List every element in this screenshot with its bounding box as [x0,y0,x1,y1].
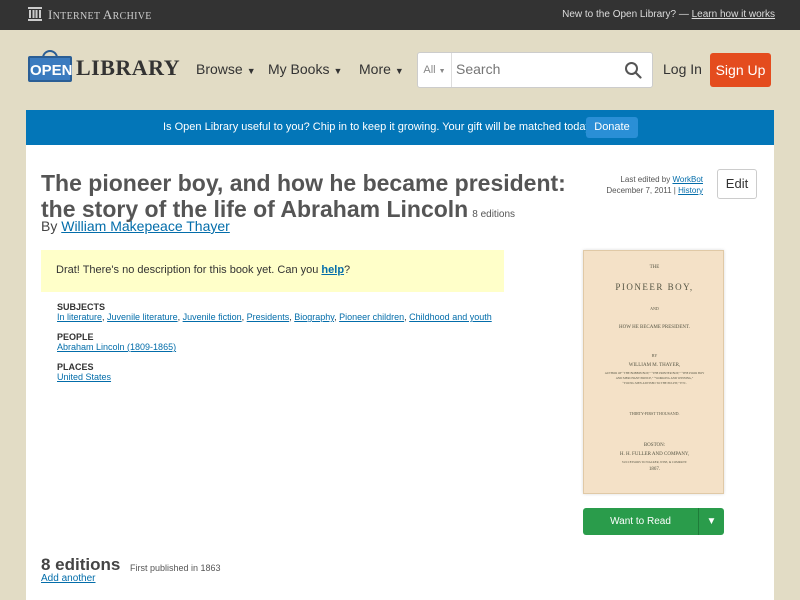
new-to-ol-text: New to the Open Library? — Learn how it … [562,9,775,20]
search-icon[interactable] [624,61,642,79]
ia-name-rchive: RCHIVE [112,11,152,22]
places-list: United States [57,372,111,382]
login-link[interactable]: Log In [663,61,702,77]
donate-text: Is Open Library useful to you? Chip in t… [163,121,595,133]
nav-my-books-label: My Books [268,61,330,77]
people-section: PEOPLE Abraham Lincoln (1809-1865) [57,332,176,352]
cover-author: WILLIAM M. THAYER, [628,363,681,368]
last-edited-date: December 7, 2011 | [606,186,679,195]
donate-button[interactable]: Donate [586,117,638,138]
description-suffix: ? [344,264,351,276]
cover-by: BY [651,353,658,358]
subject-link[interactable]: Juvenile fiction [183,312,242,322]
open-library-logo[interactable]: OPEN LIBRARY [28,50,180,90]
subjects-list: In literature, Juvenile literature, Juve… [57,312,492,322]
places-section: PLACES United States [57,362,111,382]
new-to-ol-label: New to the Open Library? — [562,9,692,20]
add-another-link[interactable]: Add another [41,573,96,584]
description-text: Drat! There's no description for this bo… [56,264,350,276]
internet-archive-link[interactable]: INTERNET ARCHIVE [48,7,152,23]
cover-city: BOSTON: [643,443,666,448]
nav-more[interactable]: More ▼ [359,61,404,77]
help-link[interactable]: help [321,264,344,276]
subjects-section: SUBJECTS In literature, Juvenile literat… [57,302,492,322]
cover-title: PIONEER BOY, [615,282,694,292]
ia-name-nternet: NTERNET [52,11,103,22]
chevron-down-icon: ▼ [438,68,446,75]
byline-prefix: By [41,218,62,234]
logo-wordmark: LIBRARY [76,55,181,80]
chevron-down-icon: ▼ [394,66,404,76]
chevron-down-icon: ▼ [333,66,343,76]
description-prefix: Drat! There's no description for this bo… [56,264,322,276]
logo-badge: OPEN [28,56,73,82]
byline: By William Makepeace Thayer [41,218,230,234]
place-link[interactable]: United States [57,372,111,382]
history-link[interactable]: History [678,186,703,195]
internet-archive-icon[interactable] [28,7,42,21]
nav-browse[interactable]: Browse ▼ [196,61,256,77]
author-link[interactable]: William Makepeace Thayer [61,218,230,234]
subject-link[interactable]: Juvenile literature [107,312,178,322]
subject-link[interactable]: In literature [57,312,102,322]
internet-archive-bar: INTERNET ARCHIVE New to the Open Library… [0,0,800,30]
last-edited-label: Last edited by [620,175,673,184]
person-link[interactable]: Abraham Lincoln (1809-1865) [57,342,176,352]
nav-browse-label: Browse [196,61,243,77]
cover-subtitle: HOW HE BECAME PRESIDENT. [619,325,690,330]
cover-year: 1867. [648,467,661,472]
signup-button[interactable]: Sign Up [710,53,771,87]
subject-link[interactable]: Childhood and youth [409,312,492,322]
cover-edition: THIRTY-FIRST THOUSAND. [629,411,680,416]
subjects-heading: SUBJECTS [57,302,106,312]
work-panel: The pioneer boy, and how he became presi… [26,145,774,600]
chevron-down-icon: ▼ [246,66,256,76]
edit-button[interactable]: Edit [717,169,757,199]
reading-list-dropdown[interactable]: ▼ [698,508,724,535]
want-to-read-label[interactable]: Want to Read [583,508,698,535]
want-to-read-button: Want to Read ▼ [583,508,724,535]
cover-and: AND [650,306,659,311]
places-heading: PLACES [57,362,94,372]
last-edited-by-link[interactable]: WorkBot [672,175,703,184]
nav-my-books[interactable]: My Books ▼ [268,61,342,77]
ia-name-a: A [102,7,113,22]
people-list: Abraham Lincoln (1809-1865) [57,342,176,352]
book-cover[interactable]: THE PIONEER BOY, AND HOW HE BECAME PRESI… [583,250,724,494]
last-edited-info: Last edited by WorkBot December 7, 2011 … [606,174,703,196]
search-scope-select[interactable]: All ▼ [418,53,452,87]
cover-the: THE [649,265,660,270]
search-bar: All ▼ [417,52,653,88]
first-published: First published in 1863 [130,563,221,573]
editions-heading: 8 editions [41,555,121,574]
subject-link[interactable]: Biography [294,312,334,322]
nav-more-label: More [359,61,391,77]
cover-publisher-note: SUCCESSORS TO WALKER, WISE, & COMPANY. [621,460,688,464]
search-input[interactable] [456,61,606,77]
cover-publisher: H. H. FULLER AND COMPANY, [619,452,690,457]
donate-banner: Is Open Library useful to you? Chip in t… [26,110,774,145]
site-header: OPEN LIBRARY Browse ▼ My Books ▼ More ▼ All… [0,30,800,110]
cover-author-note-2: AND MERCHANT PRINCE,” “WORKING AND WINNI… [615,376,694,380]
add-edition-link-wrap: Add another [41,573,96,584]
description-box: Drat! There's no description for this bo… [41,250,504,292]
people-heading: PEOPLE [57,332,94,342]
subject-link[interactable]: Pioneer children [339,312,404,322]
cover-author-note-3: “YOUNG MEN ADVISED TO THE PULPIT,” ETC. [622,381,687,385]
search-scope-label: All [423,64,436,76]
learn-how-link[interactable]: Learn how it works [692,9,775,20]
chevron-down-icon: ▼ [706,516,717,527]
subject-link[interactable]: Presidents [247,312,290,322]
cover-author-note-1: AUTHOR OF “THE BOBBIN BOY,” “THE PRINTER… [604,371,705,375]
editions-count-badge: 8 editions [472,209,516,220]
